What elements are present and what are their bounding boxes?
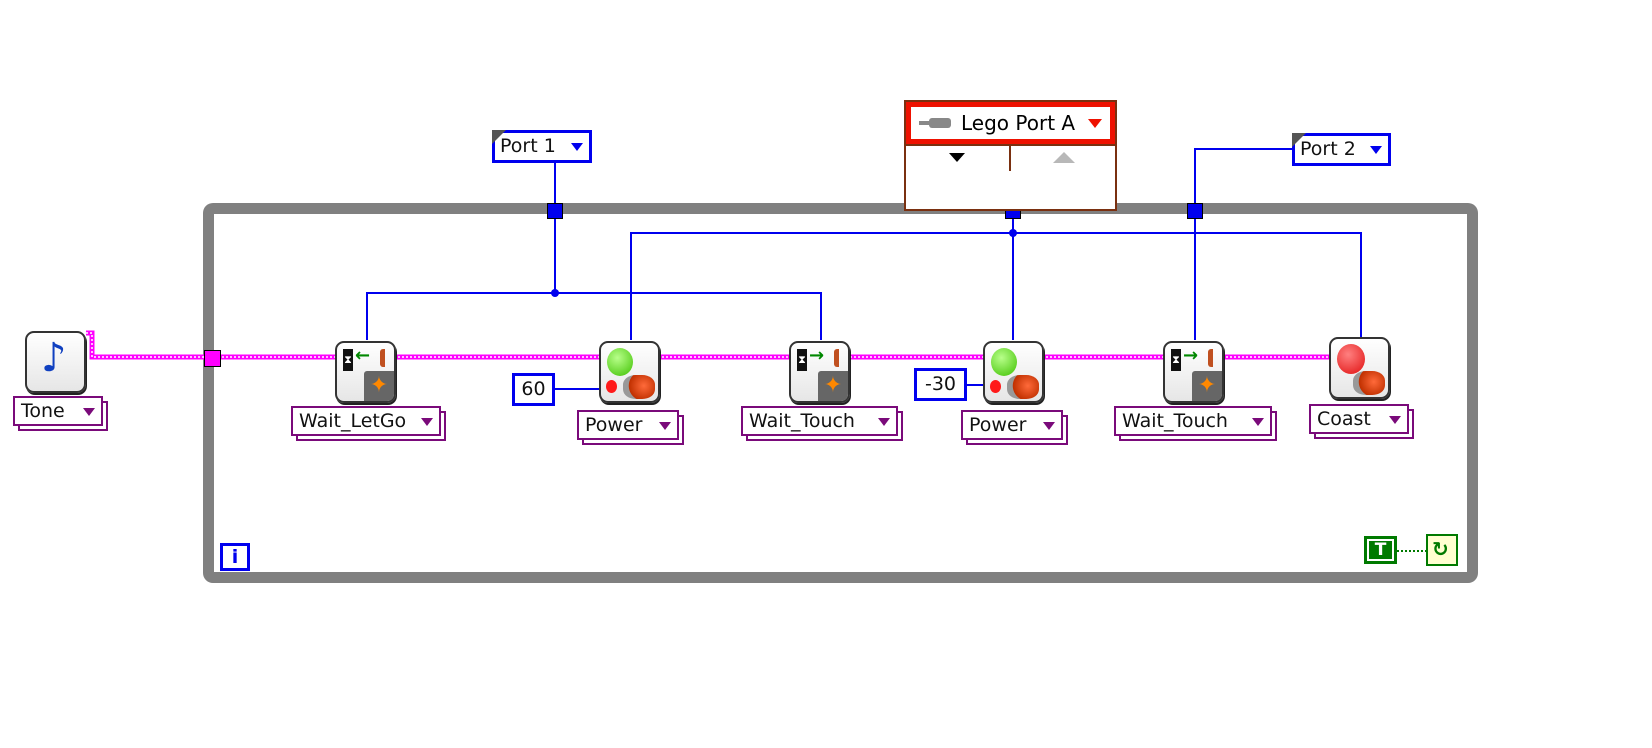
green-light-icon <box>607 348 633 376</box>
arrow-right-icon: → <box>1183 345 1199 366</box>
iteration-terminal[interactable]: i <box>220 543 250 571</box>
wait-touch-ring-2[interactable]: Wait_Touch <box>1114 406 1272 436</box>
decrement-button[interactable] <box>906 144 1011 171</box>
power-node-1[interactable] <box>599 341 660 403</box>
loop-condition-terminal[interactable]: ↻ <box>1426 534 1458 566</box>
dropdown-arrow-icon <box>1043 422 1055 430</box>
speaker-icon <box>834 349 839 367</box>
error-tunnel[interactable] <box>204 350 221 367</box>
dropdown-arrow-icon <box>83 408 95 416</box>
touch-sensor-icon: ✦ <box>364 371 394 401</box>
motor-icon <box>1007 375 1039 399</box>
error-wire <box>86 330 1330 360</box>
red-dot-icon <box>990 380 1001 393</box>
power-ring-2[interactable]: Power <box>961 410 1063 440</box>
hourglass-icon: ⧗ <box>1171 349 1181 371</box>
wait-touch-node-2[interactable]: ⧗ → ✦ <box>1163 341 1224 403</box>
arrow-right-icon: → <box>809 345 825 366</box>
connector-icon <box>919 118 951 128</box>
increment-button[interactable] <box>1011 144 1115 171</box>
motor-port-control[interactable]: Lego Port A <box>904 100 1117 211</box>
dropdown-arrow-icon <box>1389 416 1401 424</box>
up-arrow-icon <box>1053 152 1075 163</box>
wait-letgo-node[interactable]: ⧗ ← ✦ <box>335 341 396 403</box>
wait-touch-ring-1[interactable]: Wait_Touch <box>741 406 898 436</box>
corner-icon <box>1292 133 1306 147</box>
continue-loop-icon: ↻ <box>1432 537 1449 561</box>
power-constant-minus30[interactable]: -30 <box>914 368 967 401</box>
power-constant-60[interactable]: 60 <box>512 373 555 406</box>
wire-junction <box>551 289 559 297</box>
dropdown-arrow-icon <box>1370 146 1382 154</box>
port2-tunnel[interactable] <box>1187 203 1203 219</box>
coast-node[interactable] <box>1329 337 1390 399</box>
power-ring-1[interactable]: Power <box>577 410 679 440</box>
hourglass-icon: ⧗ <box>797 349 807 371</box>
dropdown-arrow-icon <box>1252 418 1264 426</box>
motor-port-selector[interactable]: Lego Port A <box>904 100 1117 146</box>
red-dot-icon <box>606 380 617 393</box>
dropdown-arrow-icon <box>878 418 890 426</box>
wait-touch-node-1[interactable]: ⧗ → ✦ <box>789 341 850 403</box>
tone-node[interactable]: ♪ <box>25 331 86 393</box>
speaker-icon <box>1208 349 1213 367</box>
dropdown-arrow-icon <box>659 422 671 430</box>
green-light-icon <box>991 348 1017 376</box>
port1-constant[interactable]: Port 1 <box>492 130 592 163</box>
down-arrow-icon <box>949 153 965 162</box>
port2-constant[interactable]: Port 2 <box>1292 133 1391 166</box>
motor-icon <box>623 375 655 399</box>
hourglass-icon: ⧗ <box>343 349 353 371</box>
coast-ring[interactable]: Coast <box>1309 404 1409 434</box>
motor-icon <box>1353 371 1385 395</box>
power-node-2[interactable] <box>983 341 1044 403</box>
speaker-icon <box>380 349 385 367</box>
wire-junction <box>1009 229 1017 237</box>
dropdown-arrow-icon <box>1088 119 1102 128</box>
arrow-left-icon: ← <box>355 345 371 366</box>
dropdown-arrow-icon <box>571 143 583 151</box>
true-constant[interactable]: T <box>1364 536 1397 564</box>
wait-letgo-ring[interactable]: Wait_LetGo <box>291 406 441 436</box>
touch-sensor-icon: ✦ <box>1192 371 1222 401</box>
port1-tunnel[interactable] <box>547 203 563 219</box>
dropdown-arrow-icon <box>421 418 433 426</box>
red-light-icon <box>1337 344 1365 374</box>
music-note-icon: ♪ <box>41 335 67 381</box>
corner-icon <box>492 130 506 144</box>
tone-ring[interactable]: Tone <box>13 396 103 426</box>
touch-sensor-icon: ✦ <box>818 371 848 401</box>
true-constant-label: T <box>1367 539 1394 561</box>
